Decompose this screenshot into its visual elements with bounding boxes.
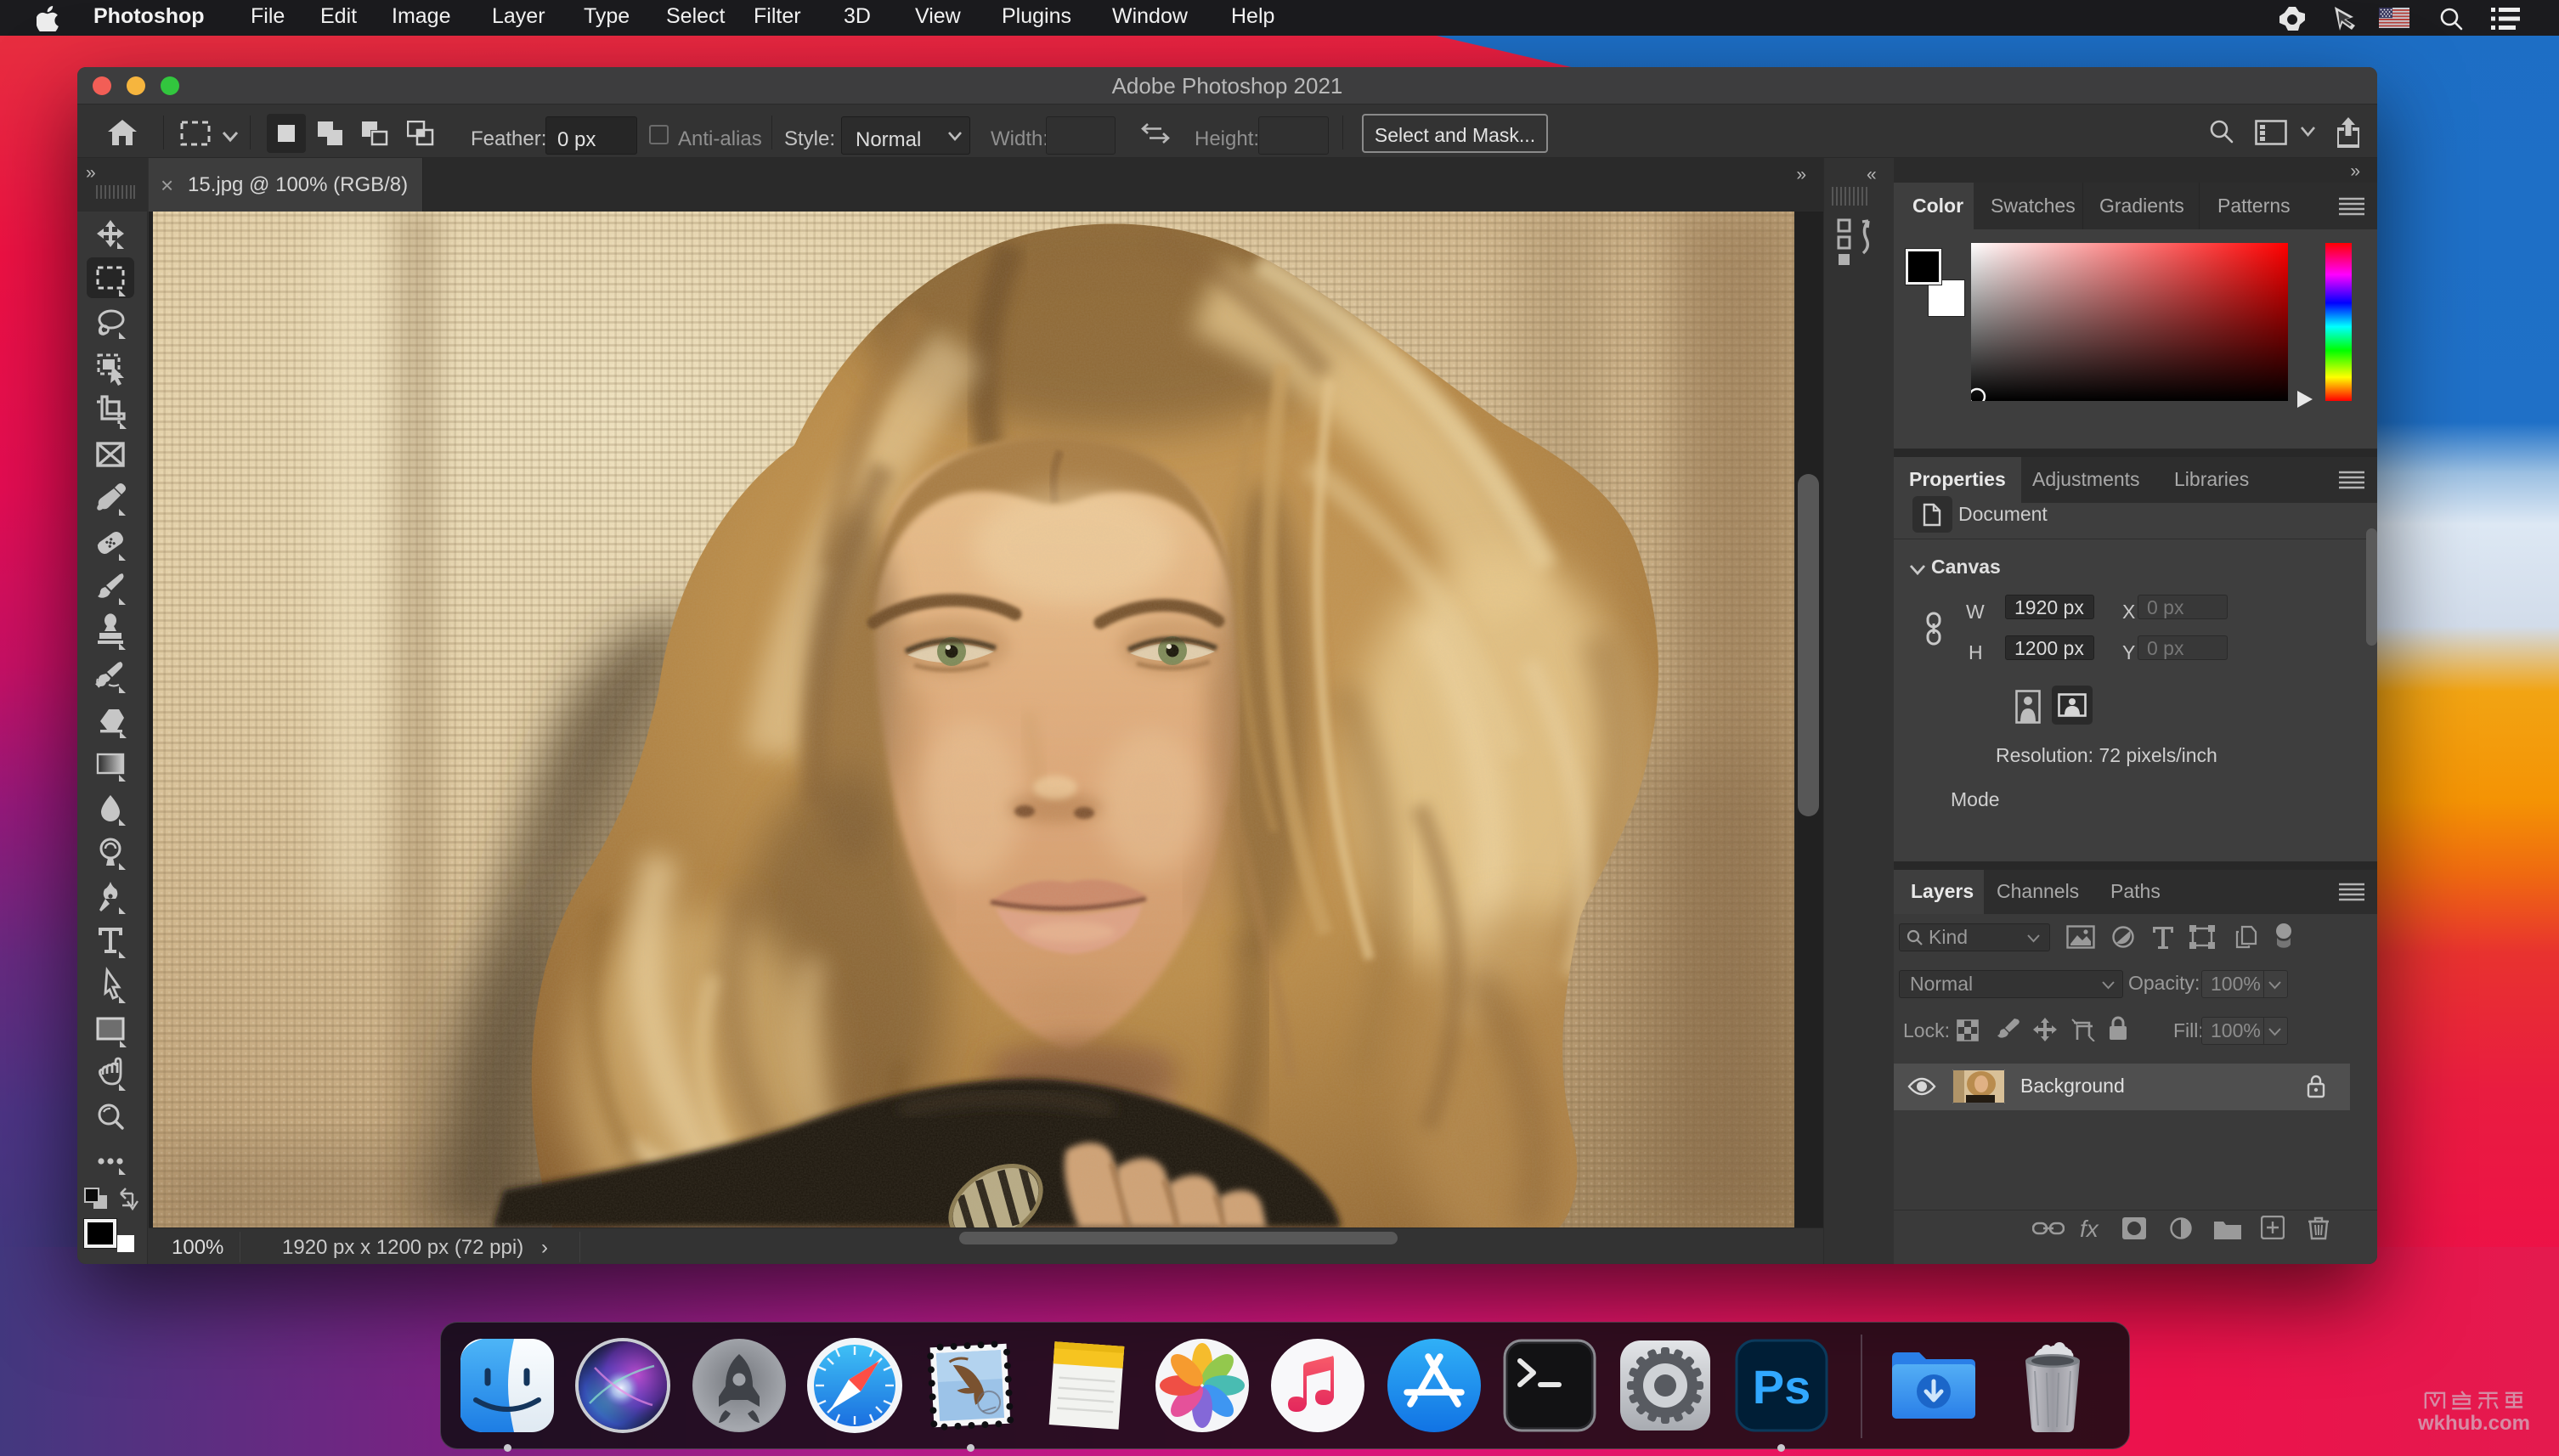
svg-text:Ps: Ps (1753, 1360, 1811, 1414)
